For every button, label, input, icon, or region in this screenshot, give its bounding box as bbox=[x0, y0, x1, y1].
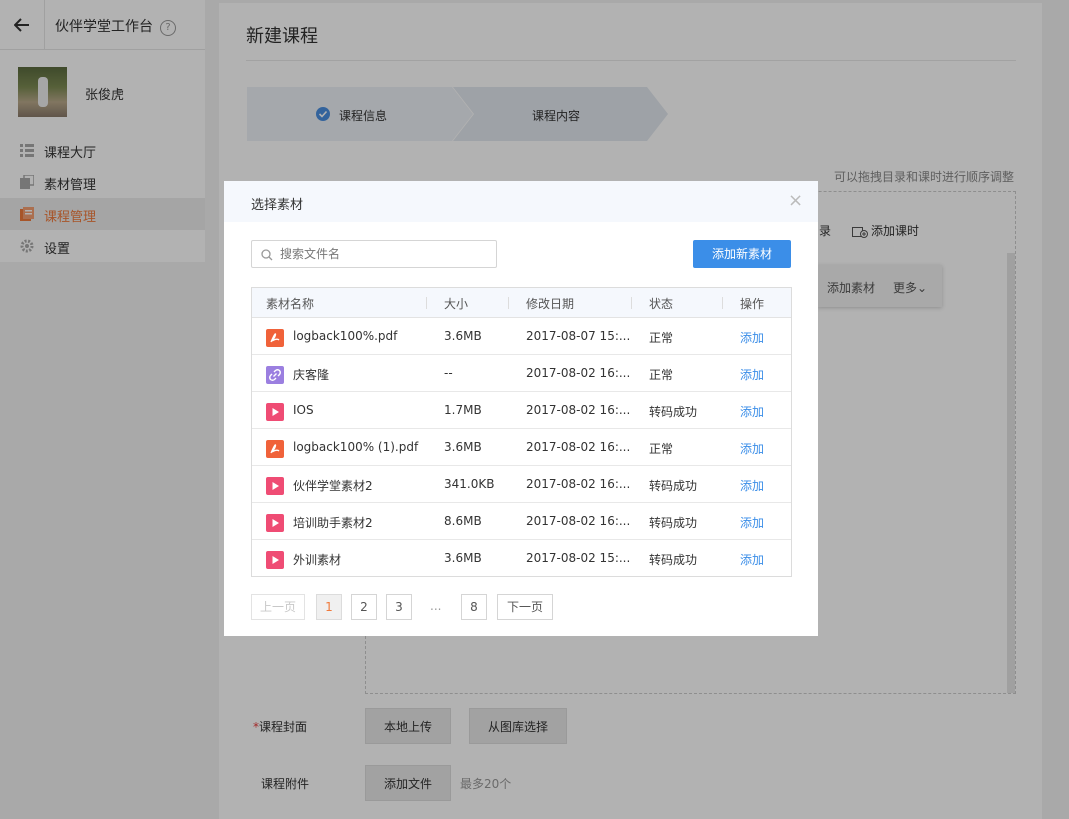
table-row: IOS 1.7MB 2017-08-02 16:... 转码成功 添加 bbox=[252, 392, 791, 429]
search-icon bbox=[261, 249, 273, 261]
table-row: 伙伴学堂素材2 341.0KB 2017-08-02 16:... 转码成功 添加 bbox=[252, 466, 791, 503]
column-divider bbox=[722, 297, 723, 309]
column-header[interactable]: 素材名称 bbox=[266, 295, 314, 312]
file-name: 培训助手素材2 bbox=[293, 516, 373, 530]
page-button[interactable]: 3 bbox=[386, 594, 412, 620]
file-name: 外训素材 bbox=[293, 553, 342, 567]
status-text: 转码成功 bbox=[649, 405, 698, 419]
modified-date: 2017-08-02 16:... bbox=[526, 366, 631, 380]
page-ellipsis: ... bbox=[430, 599, 442, 613]
column-header[interactable]: 操作 bbox=[740, 295, 764, 312]
file-name: IOS bbox=[293, 403, 314, 417]
file-name: logback100%.pdf bbox=[293, 329, 398, 343]
column-header[interactable]: 大小 bbox=[444, 295, 468, 312]
status-text: 正常 bbox=[649, 368, 674, 382]
modified-date: 2017-08-02 16:... bbox=[526, 477, 631, 491]
modified-date: 2017-08-02 16:... bbox=[526, 514, 631, 528]
modified-date: 2017-08-02 16:... bbox=[526, 440, 631, 454]
status-text: 转码成功 bbox=[649, 479, 698, 493]
file-name: logback100% (1).pdf bbox=[293, 440, 419, 454]
file-size: 3.6MB bbox=[444, 440, 482, 454]
add-link[interactable]: 添加 bbox=[740, 477, 764, 494]
table-row: logback100% (1).pdf 3.6MB 2017-08-02 16:..… bbox=[252, 429, 791, 466]
file-name: 伙伴学堂素材2 bbox=[293, 479, 373, 493]
close-icon[interactable]: × bbox=[788, 192, 803, 210]
file-size: -- bbox=[444, 366, 453, 380]
link-icon bbox=[266, 366, 284, 384]
file-size: 341.0KB bbox=[444, 477, 495, 491]
table-row: 培训助手素材2 8.6MB 2017-08-02 16:... 转码成功 添加 bbox=[252, 503, 791, 540]
file-size: 1.7MB bbox=[444, 403, 482, 417]
column-divider bbox=[631, 297, 632, 309]
next-page-button[interactable]: 下一页 bbox=[497, 594, 553, 620]
table-row: logback100%.pdf 3.6MB 2017-08-07 15:... 正常 添… bbox=[252, 318, 791, 355]
modified-date: 2017-08-02 15:... bbox=[526, 551, 631, 565]
column-divider bbox=[508, 297, 509, 309]
file-size: 3.6MB bbox=[444, 329, 482, 343]
file-size: 3.6MB bbox=[444, 551, 482, 565]
add-link[interactable]: 添加 bbox=[740, 551, 764, 568]
page-button[interactable]: 8 bbox=[461, 594, 487, 620]
add-new-material-button[interactable]: 添加新素材 bbox=[693, 240, 791, 268]
status-text: 正常 bbox=[649, 442, 674, 456]
prev-page-button[interactable]: 上一页 bbox=[251, 594, 305, 620]
status-text: 正常 bbox=[649, 331, 674, 345]
add-link[interactable]: 添加 bbox=[740, 329, 764, 346]
dialog-header: 选择素材 × bbox=[224, 181, 818, 222]
modified-date: 2017-08-02 16:... bbox=[526, 403, 631, 417]
pdf-icon bbox=[266, 329, 284, 347]
dialog-title: 选择素材 bbox=[251, 198, 304, 213]
file-name: 庆客隆 bbox=[293, 368, 330, 382]
video-icon bbox=[266, 477, 284, 495]
status-text: 转码成功 bbox=[649, 516, 698, 530]
status-text: 转码成功 bbox=[649, 553, 698, 567]
add-link[interactable]: 添加 bbox=[740, 514, 764, 531]
material-table: 素材名称 大小 修改日期 状态 操作 logback100%.pdf 3.6MB 2… bbox=[251, 287, 792, 577]
column-header[interactable]: 修改日期 bbox=[526, 295, 574, 312]
select-material-dialog: 选择素材 × 添加新素材 素材名称 大小 修改日期 状态 操作 logback1… bbox=[224, 181, 818, 636]
video-icon bbox=[266, 403, 284, 421]
modified-date: 2017-08-07 15:... bbox=[526, 329, 631, 343]
video-icon bbox=[266, 551, 284, 569]
page-button[interactable]: 1 bbox=[316, 594, 342, 620]
add-link[interactable]: 添加 bbox=[740, 366, 764, 383]
search-box[interactable] bbox=[251, 240, 497, 268]
column-header[interactable]: 状态 bbox=[649, 295, 673, 312]
column-divider bbox=[426, 297, 427, 309]
video-icon bbox=[266, 514, 284, 532]
file-size: 8.6MB bbox=[444, 514, 482, 528]
add-link[interactable]: 添加 bbox=[740, 440, 764, 457]
pdf-icon bbox=[266, 440, 284, 458]
table-header: 素材名称 大小 修改日期 状态 操作 bbox=[252, 288, 791, 318]
search-input[interactable] bbox=[280, 246, 480, 262]
table-row: 庆客隆 -- 2017-08-02 16:... 正常 添加 bbox=[252, 355, 791, 392]
page-button[interactable]: 2 bbox=[351, 594, 377, 620]
table-row: 外训素材 3.6MB 2017-08-02 15:... 转码成功 添加 bbox=[252, 540, 791, 577]
add-link[interactable]: 添加 bbox=[740, 403, 764, 420]
